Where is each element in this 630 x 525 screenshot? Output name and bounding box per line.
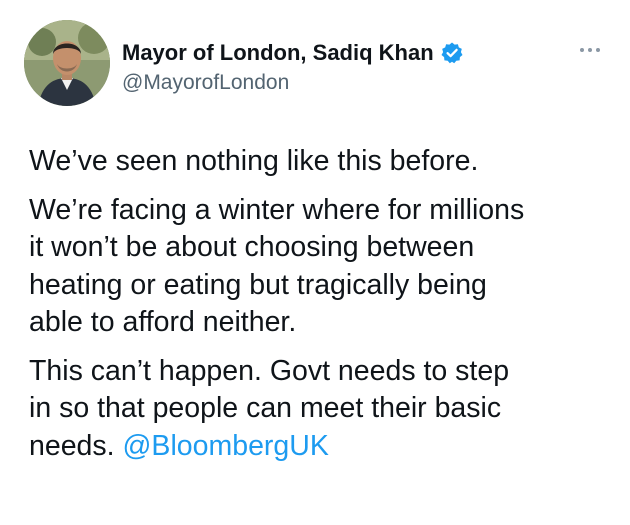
tweet-line: This can’t happen. Govt needs to step bbox=[29, 354, 510, 387]
profile-photo-icon bbox=[24, 20, 110, 106]
tweet-line: it won’t be about choosing between bbox=[29, 231, 475, 263]
tweet-paragraph: We’ve seen nothing like this before. bbox=[29, 143, 619, 181]
more-options-icon[interactable] bbox=[580, 44, 608, 56]
tweet-header: Mayor of London, Sadiq Khan @MayorofLond… bbox=[122, 38, 464, 98]
tweet-line: in so that people can meet their basic bbox=[29, 392, 502, 424]
mention-link[interactable]: @BloombergUK bbox=[123, 430, 329, 462]
tweet-line: able to afford neither. bbox=[29, 306, 297, 338]
tweet-card: Mayor of London, Sadiq Khan @MayorofLond… bbox=[0, 0, 630, 525]
display-name[interactable]: Mayor of London, Sadiq Khan bbox=[122, 39, 434, 67]
name-row: Mayor of London, Sadiq Khan bbox=[122, 38, 464, 68]
tweet-text: We’ve seen nothing like this before. We’… bbox=[29, 143, 619, 465]
handle[interactable]: @MayorofLondon bbox=[122, 68, 464, 98]
tweet-line: We’ve seen nothing like this before. bbox=[29, 145, 479, 177]
tweet-line: heating or eating but tragically being bbox=[29, 268, 487, 301]
tweet-line: We’re facing a winter where for millions bbox=[29, 193, 525, 226]
avatar[interactable] bbox=[24, 20, 110, 106]
verified-badge-icon bbox=[440, 41, 464, 65]
tweet-paragraph: We’re facing a winter where for millions… bbox=[29, 192, 619, 342]
tweet-paragraph: This can’t happen. Govt needs to step in… bbox=[29, 353, 619, 466]
tweet-line: needs. bbox=[29, 429, 115, 462]
